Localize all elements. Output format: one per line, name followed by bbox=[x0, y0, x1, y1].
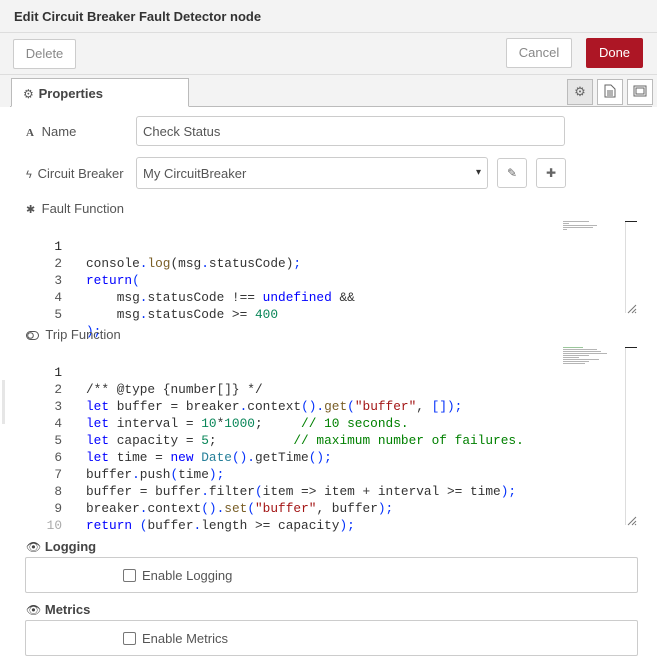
appearance-tab-icon-button[interactable] bbox=[627, 79, 653, 105]
code-line: 3 msg.statusCode !== undefined && bbox=[54, 273, 355, 305]
code-line: 4 msg.statusCode >= 400 bbox=[54, 290, 279, 322]
code-line: 3 let interval = 10*1000; // 10 seconds. bbox=[54, 399, 409, 431]
bolt-icon: ϟ bbox=[26, 169, 32, 181]
gear-icon: ⚙ bbox=[23, 87, 34, 101]
editor-scrollbar[interactable] bbox=[625, 221, 626, 313]
object-group-icon bbox=[633, 85, 647, 97]
edit-circuit-breaker-button[interactable]: ✎ bbox=[497, 158, 527, 188]
resize-handle-icon[interactable] bbox=[627, 516, 637, 526]
resize-handle-icon[interactable] bbox=[627, 304, 637, 314]
trip-function-editor[interactable]: 1 /** @type {number[]} */ 2 let buffer =… bbox=[25, 347, 639, 533]
editor-scrollbar[interactable] bbox=[625, 347, 626, 525]
metrics-group: Enable Metrics bbox=[25, 620, 638, 656]
chevron-down-icon: ▾ bbox=[475, 167, 481, 178]
description-tab-icon-button[interactable] bbox=[597, 79, 623, 105]
cancel-button[interactable]: Cancel bbox=[506, 38, 572, 68]
circuit-breaker-label: ϟ Circuit Breaker bbox=[26, 166, 124, 181]
dialog-title: Edit Circuit Breaker Fault Detector node bbox=[0, 0, 657, 33]
code-line: 5 ); bbox=[54, 307, 102, 339]
gear-icon: ⚙ bbox=[574, 84, 586, 99]
logging-section-label: 👁 Logging bbox=[26, 539, 97, 554]
settings-tab-icon-button[interactable]: ⚙ bbox=[567, 79, 593, 105]
code-line: 2 return( bbox=[54, 256, 140, 288]
code-line: 8 breaker.context().set("buffer", buffer… bbox=[54, 484, 394, 516]
eye-icon: 👁 bbox=[26, 540, 42, 554]
pencil-icon: ✎ bbox=[506, 166, 518, 180]
circuit-breaker-select[interactable]: My CircuitBreaker ▾ bbox=[136, 157, 488, 189]
enable-logging-checkbox-label[interactable]: Enable Logging bbox=[123, 568, 232, 583]
fault-function-editor[interactable]: 1 console.log(msg.statusCode); 2 return(… bbox=[25, 221, 639, 339]
name-label: A Name bbox=[26, 124, 77, 139]
logging-group: Enable Logging bbox=[25, 557, 638, 593]
dialog-resize-handle[interactable] bbox=[2, 380, 5, 424]
code-line: 10 bbox=[46, 518, 62, 533]
font-icon: A bbox=[26, 127, 34, 139]
toggle-icon bbox=[26, 330, 40, 342]
code-line: 2 let buffer = breaker.context().get("bu… bbox=[54, 382, 463, 414]
code-line: 6 buffer.push(time); bbox=[54, 450, 225, 482]
trip-function-label: Trip Function bbox=[26, 327, 121, 342]
enable-metrics-checkbox[interactable] bbox=[123, 632, 136, 645]
delete-button[interactable]: Delete bbox=[13, 39, 76, 69]
enable-logging-checkbox[interactable] bbox=[123, 569, 136, 582]
code-line: 4 let capacity = 5; // maximum number of… bbox=[54, 416, 524, 448]
tab-properties[interactable]: ⚙ Properties bbox=[11, 78, 189, 107]
dialog-toolbar: Delete Cancel Done bbox=[0, 33, 657, 75]
code-line: 9 return (buffer.length >= capacity); bbox=[54, 501, 355, 533]
code-line: 1 /** @type {number[]} */ bbox=[54, 365, 263, 397]
file-text-icon bbox=[604, 84, 616, 98]
bug-icon: ✱ bbox=[26, 204, 36, 216]
plus-icon: ✚ bbox=[545, 166, 557, 180]
tab-properties-label: Properties bbox=[38, 86, 103, 101]
fault-function-label: ✱ Fault Function bbox=[26, 201, 124, 216]
eye-icon: 👁 bbox=[26, 603, 42, 617]
enable-metrics-checkbox-label[interactable]: Enable Metrics bbox=[123, 631, 228, 646]
add-circuit-breaker-button[interactable]: ✚ bbox=[536, 158, 566, 188]
code-line: 1 console.log(msg.statusCode); bbox=[54, 239, 302, 271]
code-line: 7 buffer = buffer.filter(item => item + … bbox=[54, 467, 517, 499]
name-input[interactable]: Check Status bbox=[136, 116, 565, 146]
metrics-section-label: 👁 Metrics bbox=[26, 602, 91, 617]
done-button[interactable]: Done bbox=[586, 38, 643, 68]
code-line: 5 let time = new Date().getTime(); bbox=[54, 433, 332, 465]
